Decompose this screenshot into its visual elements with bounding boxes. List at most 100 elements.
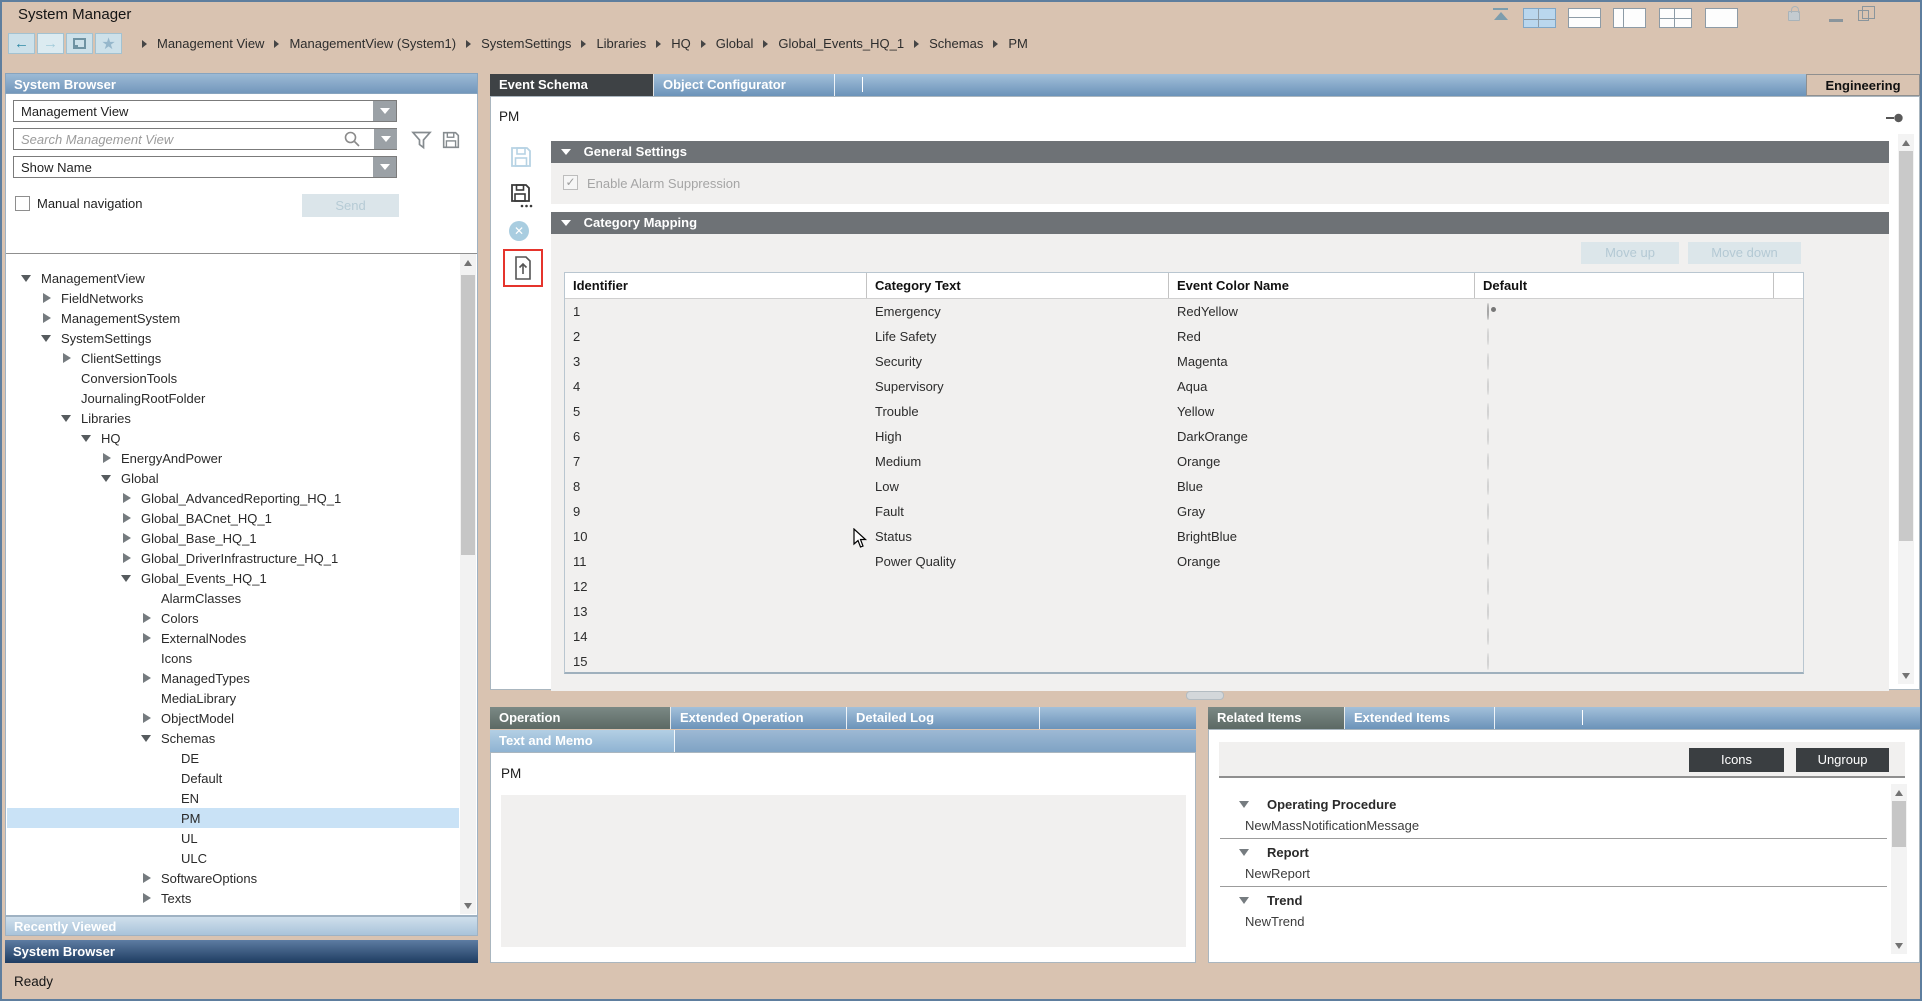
column-header-identifier[interactable]: Identifier: [565, 273, 867, 298]
tree-expanded-icon[interactable]: [40, 331, 54, 345]
default-radio[interactable]: [1487, 628, 1489, 645]
breadcrumb-item-libraries[interactable]: Libraries: [596, 36, 646, 51]
import-file-icon[interactable]: [513, 256, 533, 280]
tab-event-schema[interactable]: Event Schema: [490, 74, 654, 96]
move-up-button[interactable]: Move up: [1581, 242, 1679, 264]
tree-item-systemsettings[interactable]: SystemSettings: [7, 328, 459, 348]
default-radio[interactable]: [1487, 453, 1489, 470]
scrollbar-thumb[interactable]: [1899, 151, 1913, 541]
breadcrumb-item-managementview-system1[interactable]: ManagementView (System1): [289, 36, 456, 51]
system-browser-bottom-bar[interactable]: System Browser: [5, 940, 478, 963]
default-radio[interactable]: [1487, 578, 1489, 595]
table-row-5[interactable]: 5TroubleYellow: [565, 399, 1803, 424]
tree-item-hq[interactable]: HQ: [7, 428, 459, 448]
layout-horizontal-split-icon[interactable]: [1568, 8, 1601, 28]
table-row-11[interactable]: 11Power QualityOrange: [565, 549, 1803, 574]
pin-icon[interactable]: [1886, 113, 1903, 123]
default-radio[interactable]: [1487, 478, 1489, 495]
tree-expanded-icon[interactable]: [80, 431, 94, 445]
scroll-down-icon[interactable]: [460, 898, 476, 913]
splitter-handle[interactable]: [1186, 691, 1224, 700]
table-row-7[interactable]: 7MediumOrange: [565, 449, 1803, 474]
tree-item-de[interactable]: DE: [7, 748, 459, 768]
group-expanded-icon[interactable]: [1239, 897, 1249, 904]
save-icon[interactable]: [509, 145, 533, 169]
tab-detailed-log[interactable]: Detailed Log: [847, 707, 1040, 729]
scroll-up-icon[interactable]: [460, 255, 476, 270]
main-scrollbar[interactable]: [1898, 134, 1914, 684]
section-collapse-icon[interactable]: [561, 220, 571, 226]
table-row-2[interactable]: 2Life SafetyRed: [565, 324, 1803, 349]
tree-item-global[interactable]: Global: [7, 468, 459, 488]
tree-item-ul[interactable]: UL: [7, 828, 459, 848]
ungroup-button[interactable]: Ungroup: [1796, 748, 1889, 772]
memo-textarea[interactable]: [501, 795, 1186, 947]
related-item-newtrend[interactable]: NewTrend: [1220, 911, 1887, 932]
default-radio[interactable]: [1487, 603, 1489, 620]
table-row-1[interactable]: 1EmergencyRedYellow: [565, 299, 1803, 324]
breadcrumb-item-pm[interactable]: PM: [1008, 36, 1028, 51]
tree-expanded-icon[interactable]: [120, 571, 134, 585]
related-group-report[interactable]: Report: [1220, 842, 1887, 863]
send-button[interactable]: Send: [302, 194, 399, 217]
default-radio[interactable]: [1487, 428, 1489, 445]
table-row-14[interactable]: 14: [565, 624, 1803, 649]
section-collapse-icon[interactable]: [561, 149, 571, 155]
save-as-icon[interactable]: [509, 183, 533, 209]
tree-item-managedtypes[interactable]: ManagedTypes: [7, 668, 459, 688]
recent-window-icon[interactable]: [66, 33, 93, 54]
minimize-icon[interactable]: [1829, 19, 1843, 22]
tree-item-energyandpower[interactable]: EnergyAndPower: [7, 448, 459, 468]
column-header-empty[interactable]: [1774, 273, 1803, 298]
manual-navigation-checkbox[interactable]: [15, 196, 30, 211]
forward-icon[interactable]: →: [37, 33, 64, 54]
tree-collapsed-icon[interactable]: [40, 291, 54, 305]
filter-funnel-icon[interactable]: [411, 131, 432, 150]
recently-viewed-bar[interactable]: Recently Viewed: [5, 916, 478, 936]
tree-expanded-icon[interactable]: [100, 471, 114, 485]
general-settings-header[interactable]: General Settings: [551, 141, 1889, 163]
move-down-button[interactable]: Move down: [1688, 242, 1801, 264]
tree-item-default[interactable]: Default: [7, 768, 459, 788]
restore-window-icon[interactable]: [1858, 10, 1869, 21]
table-row-9[interactable]: 9FaultGray: [565, 499, 1803, 524]
scrollbar-thumb[interactable]: [461, 275, 475, 555]
tree-item-softwareoptions[interactable]: SoftwareOptions: [7, 868, 459, 888]
category-mapping-header[interactable]: Category Mapping: [551, 212, 1889, 234]
tree-scrollbar[interactable]: [460, 254, 476, 914]
related-group-trend[interactable]: Trend: [1220, 890, 1887, 911]
tree-item-global-base-hq-1[interactable]: Global_Base_HQ_1: [7, 528, 459, 548]
layout-left-column-icon[interactable]: [1613, 8, 1646, 28]
tree-expanded-icon[interactable]: [20, 271, 34, 285]
scroll-up-icon[interactable]: [1898, 135, 1914, 150]
table-row-10[interactable]: 10StatusBrightBlue: [565, 524, 1803, 549]
display-mode-dropdown[interactable]: Show Name: [13, 156, 397, 178]
table-row-12[interactable]: 12: [565, 574, 1803, 599]
tree-item-clientsettings[interactable]: ClientSettings: [7, 348, 459, 368]
tree-item-medialibrary[interactable]: MediaLibrary: [7, 688, 459, 708]
engineering-mode-button[interactable]: Engineering: [1806, 74, 1920, 96]
tree-item-libraries[interactable]: Libraries: [7, 408, 459, 428]
back-icon[interactable]: ←: [8, 33, 35, 54]
enable-alarm-suppression-checkbox[interactable]: ✓: [563, 175, 578, 190]
scroll-down-icon[interactable]: [1898, 668, 1914, 683]
scroll-up-icon[interactable]: [1891, 785, 1907, 800]
chevron-down-icon[interactable]: [373, 101, 396, 121]
tree-collapsed-icon[interactable]: [120, 551, 134, 565]
tree-item-global-driverinfrastructure-hq-1[interactable]: Global_DriverInfrastructure_HQ_1: [7, 548, 459, 568]
tree-item-schemas[interactable]: Schemas: [7, 728, 459, 748]
default-radio[interactable]: [1487, 528, 1489, 545]
view-selector-dropdown[interactable]: Management View: [13, 100, 397, 122]
default-radio[interactable]: [1487, 378, 1489, 395]
table-row-4[interactable]: 4SupervisoryAqua: [565, 374, 1803, 399]
tree-item-managementview[interactable]: ManagementView: [7, 268, 459, 288]
related-scrollbar[interactable]: [1891, 784, 1907, 954]
tree-item-fieldnetworks[interactable]: FieldNetworks: [7, 288, 459, 308]
tree-expanded-icon[interactable]: [140, 731, 154, 745]
tree-collapsed-icon[interactable]: [120, 491, 134, 505]
search-input[interactable]: [13, 128, 397, 150]
breadcrumb-item-systemsettings[interactable]: SystemSettings: [481, 36, 571, 51]
tab-operation[interactable]: Operation: [490, 707, 671, 729]
tab-extended-items[interactable]: Extended Items: [1345, 707, 1495, 729]
breadcrumb-item-global-events-hq-1[interactable]: Global_Events_HQ_1: [778, 36, 904, 51]
